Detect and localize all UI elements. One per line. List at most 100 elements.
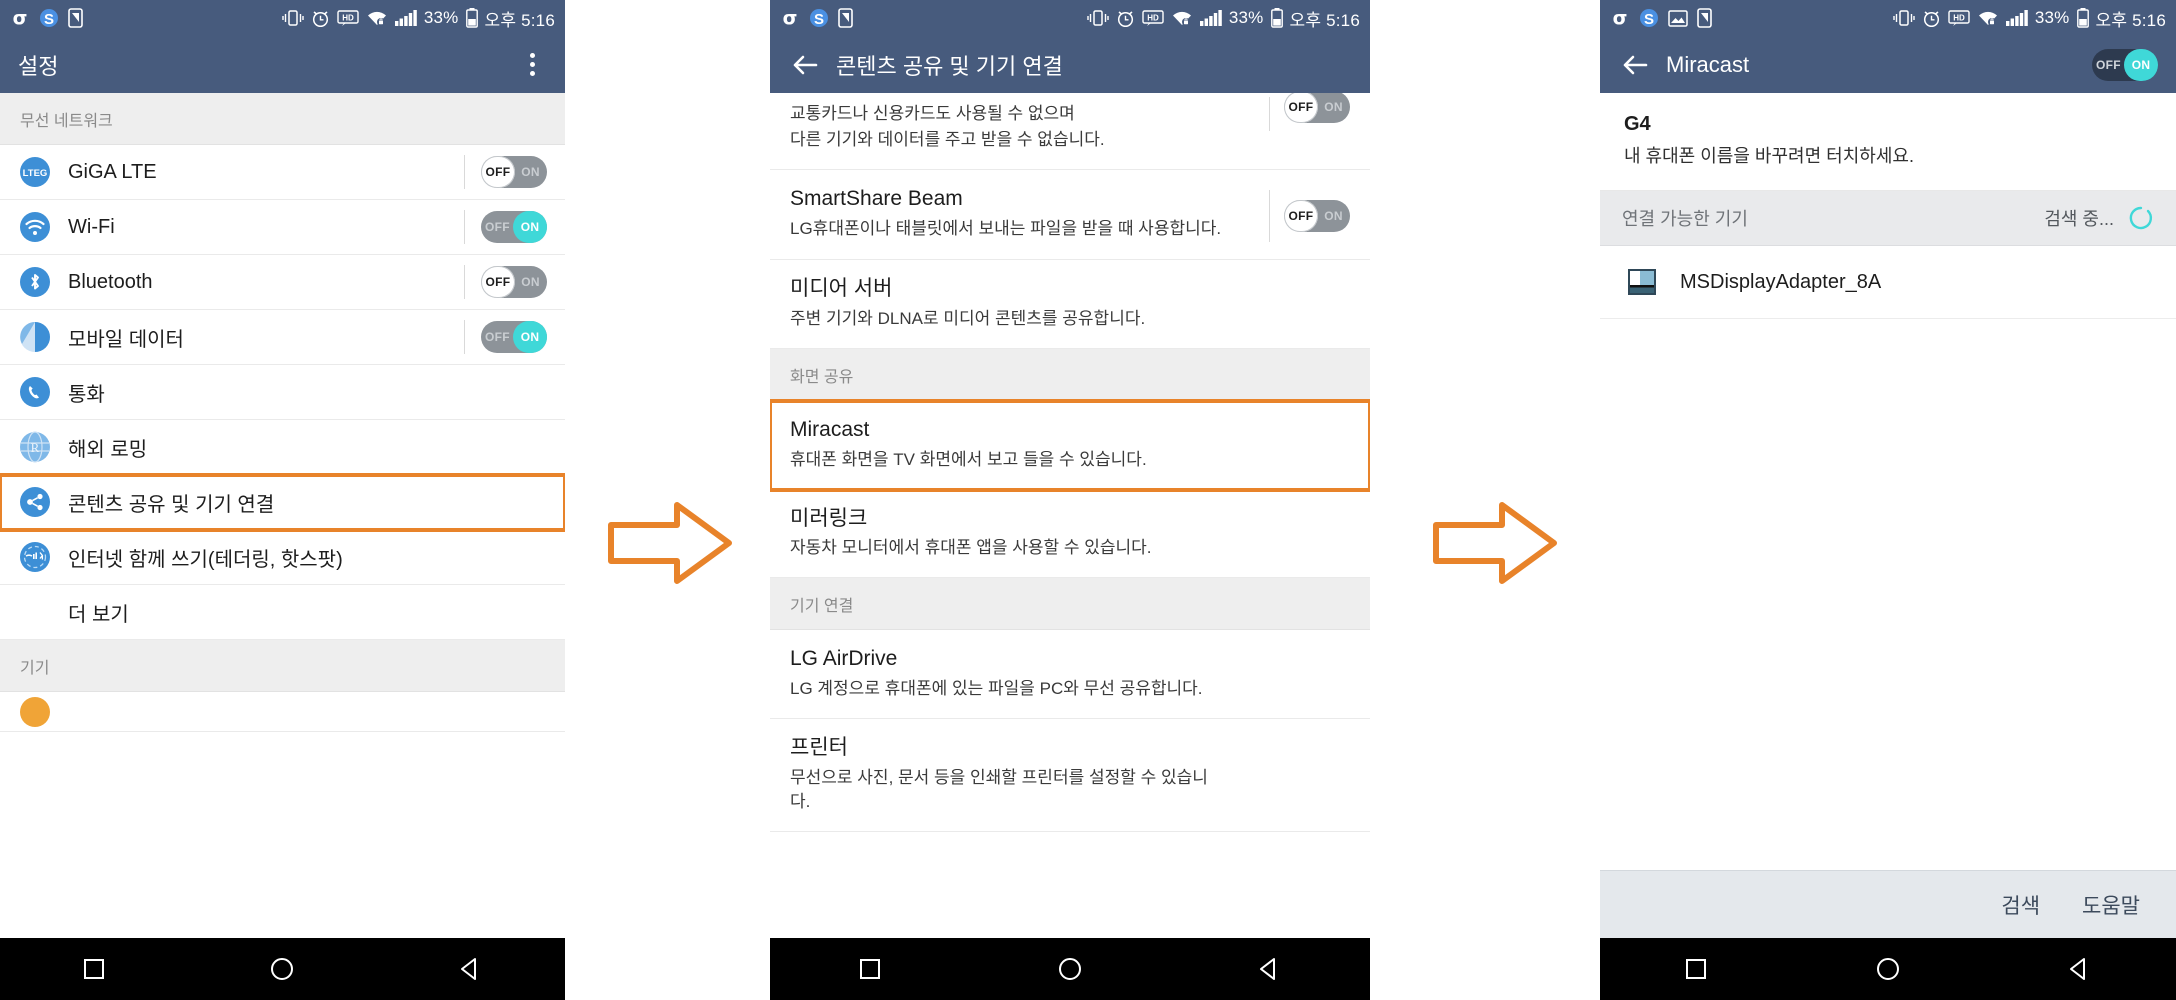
- device-list-item[interactable]: MSDisplayAdapter_8A: [1600, 246, 2176, 319]
- row-sub-line2: 다른 기기와 데이터를 주고 받을 수 없습니다.: [790, 130, 1105, 150]
- settings-app-bar: 설정: [0, 36, 565, 93]
- status-bar-left-icons: σ S: [780, 8, 853, 28]
- settings-row-more[interactable]: 더 보기: [0, 585, 565, 640]
- row-title: 프린터: [790, 736, 848, 760]
- recents-button[interactable]: [1678, 951, 1714, 987]
- share-nodes-icon: [18, 485, 52, 519]
- toggle-miracast[interactable]: OFF ON ON: [2092, 48, 2158, 81]
- settings-row-call[interactable]: 통화: [0, 365, 565, 420]
- svg-text:S: S: [814, 11, 824, 28]
- battery-percent: 33%: [423, 8, 459, 27]
- phone-panel-miracast: σ S HD 33% 오후 5:16 Miracast OFF ON G4 내 …: [1600, 0, 2176, 1000]
- status-bar-time: 오후 5:16: [1289, 10, 1360, 30]
- status-bar: σ S HD 33% 오후 5:16: [1600, 0, 2176, 36]
- list-row-media-server[interactable]: 미디어 서버 주변 기기와 DLNA로 미디어 콘텐츠를 공유합니다.: [770, 260, 1370, 349]
- toggle-wifi[interactable]: OFF ON ON: [481, 211, 547, 243]
- settings-row-tethering[interactable]: 인터넷 함께 쓰기(테더링, 핫스팟): [0, 530, 565, 585]
- toggle-off-label: OFF: [485, 330, 510, 344]
- svg-text:S: S: [1644, 11, 1654, 28]
- status-bar: σ S HD 33% 오후 5:16: [0, 0, 565, 36]
- settings-row-content-share[interactable]: 콘텐츠 공유 및 기기 연결: [0, 473, 565, 532]
- sd-card-icon: [1697, 8, 1712, 28]
- hd-icon: HD: [1142, 9, 1164, 27]
- toggle-knob: OFF: [481, 156, 515, 188]
- toggle-smartshare-beam[interactable]: OFF ON OFF: [1284, 200, 1350, 233]
- settings-row-roaming[interactable]: R 해외 로밍: [0, 420, 565, 475]
- status-bar-right-icons: HD 33% 오후 5:16: [1087, 6, 1360, 31]
- back-button[interactable]: [2062, 951, 2098, 987]
- signal-bars-icon: [2005, 9, 2028, 27]
- back-arrow-icon[interactable]: [788, 48, 822, 82]
- recents-button[interactable]: [76, 951, 112, 987]
- miracast-bottom-bar: 검색 도움말: [1600, 870, 2176, 938]
- settings-row-wifi[interactable]: Wi-Fi OFF ON ON: [0, 200, 565, 255]
- home-button[interactable]: [1052, 951, 1088, 987]
- row-text: 프린터 무선으로 사진, 문서 등을 인쇄할 프린터를 설정할 수 있습니다.: [790, 735, 1350, 814]
- divider: [1269, 190, 1270, 243]
- settings-row-label: Bluetooth: [68, 270, 153, 293]
- available-devices-title: 연결 가능한 기기: [1622, 209, 1748, 229]
- settings-row-bluetooth[interactable]: Bluetooth OFF ON OFF: [0, 255, 565, 310]
- divider: [464, 265, 465, 299]
- page-title: 설정: [18, 53, 59, 79]
- svg-text:σ: σ: [783, 8, 798, 28]
- search-button[interactable]: 검색: [2001, 890, 2040, 920]
- section-header-screen-share: 화면 공유: [770, 348, 1370, 401]
- bluetooth-icon: [18, 265, 52, 299]
- svg-text:S: S: [44, 11, 54, 28]
- row-title: Miracast: [790, 417, 870, 441]
- help-button[interactable]: 도움말: [2082, 890, 2140, 920]
- row-sub: LG 계정으로 휴대폰에 있는 파일을 PC와 무선 공유합니다.: [790, 679, 1203, 699]
- toggle-off-label: OFF: [2096, 57, 2121, 72]
- list-row-lg-airdrive[interactable]: LG AirDrive LG 계정으로 휴대폰에 있는 파일을 PC와 무선 공…: [770, 630, 1370, 720]
- back-button[interactable]: [453, 951, 489, 987]
- list-row-printer[interactable]: 프린터 무선으로 사진, 문서 등을 인쇄할 프린터를 설정할 수 있습니다.: [770, 719, 1370, 833]
- toggle-giga-lte[interactable]: OFF ON OFF: [481, 156, 547, 188]
- list-row-miracast[interactable]: Miracast 휴대폰 화면을 TV 화면에서 보고 들을 수 있습니다.: [770, 398, 1370, 492]
- status-bar-time: 오후 5:16: [484, 10, 555, 30]
- toggle-on-label: ON: [1324, 209, 1343, 224]
- toggle-mobile-data[interactable]: OFF ON ON: [481, 321, 547, 353]
- toggle-bluetooth[interactable]: OFF ON OFF: [481, 266, 547, 298]
- row-title: 미러링크: [790, 506, 868, 530]
- battery-icon: [2076, 8, 2089, 28]
- toggle-wrap: OFF ON ON: [464, 320, 547, 354]
- content-share-app-bar: 콘텐츠 공유 및 기기 연결: [770, 36, 1370, 93]
- list-row-smartshare-beam[interactable]: SmartShare Beam LG휴대폰이나 태블릿에서 보내는 파일을 받을…: [770, 170, 1370, 261]
- toggle-wrap: OFF ON OFF: [464, 155, 547, 189]
- settings-row-giga-lte[interactable]: LTEG GiGA LTE OFF ON OFF: [0, 145, 565, 200]
- hd-icon: HD: [1948, 9, 1970, 27]
- divider: [1269, 97, 1270, 131]
- home-button[interactable]: [1870, 951, 1906, 987]
- recents-button[interactable]: [852, 951, 888, 987]
- hd-icon: HD: [337, 9, 359, 27]
- toggle-nfc[interactable]: OFF ON OFF: [1284, 93, 1350, 123]
- phone-icon: [18, 375, 52, 409]
- wifi-secured-icon: [1171, 9, 1193, 27]
- wifi-secured-icon: [366, 9, 388, 27]
- svg-text:σ: σ: [1613, 8, 1628, 28]
- flow-arrow-1: [605, 495, 735, 591]
- searching-label: 검색 중...: [2044, 209, 2114, 229]
- page-title: Miracast: [1666, 51, 1750, 77]
- settings-row-partial[interactable]: [0, 692, 565, 732]
- home-button[interactable]: [264, 951, 300, 987]
- back-button[interactable]: [1252, 951, 1288, 987]
- flow-arrow-2: [1430, 495, 1560, 591]
- overflow-menu-icon[interactable]: [517, 48, 547, 82]
- settings-row-mobile-data[interactable]: 모바일 데이터 OFF ON ON: [0, 310, 565, 365]
- settings-row-label: GiGA LTE: [68, 160, 157, 183]
- list-row-nfc-clipped[interactable]: 교통카드나 신용카드도 사용될 수 없으며 다른 기기와 데이터를 주고 받을 …: [770, 93, 1370, 171]
- row-title: LG AirDrive: [790, 647, 898, 671]
- divider: [464, 155, 465, 189]
- svg-text:R: R: [31, 440, 40, 455]
- back-arrow-icon[interactable]: [1618, 48, 1652, 82]
- row-text: 교통카드나 신용카드도 사용될 수 없으며 다른 기기와 데이터를 주고 받을 …: [790, 97, 1269, 152]
- vibrate-icon: [1087, 9, 1109, 27]
- svg-text:σ: σ: [13, 8, 28, 28]
- content-share-list: 교통카드나 신용카드도 사용될 수 없으며 다른 기기와 데이터를 주고 받을 …: [770, 93, 1370, 938]
- screenshot-stage: σ S HD 33% 오후 5:16 설정 무선 네트워크 LTEG GiGA …: [0, 0, 2176, 1000]
- signal-bars-icon: [394, 9, 417, 27]
- my-device-row[interactable]: G4 내 휴대폰 이름을 바꾸려면 터치하세요.: [1600, 93, 2176, 191]
- list-row-mirrorlink[interactable]: 미러링크 자동차 모니터에서 휴대폰 앱을 사용할 수 있습니다.: [770, 489, 1370, 579]
